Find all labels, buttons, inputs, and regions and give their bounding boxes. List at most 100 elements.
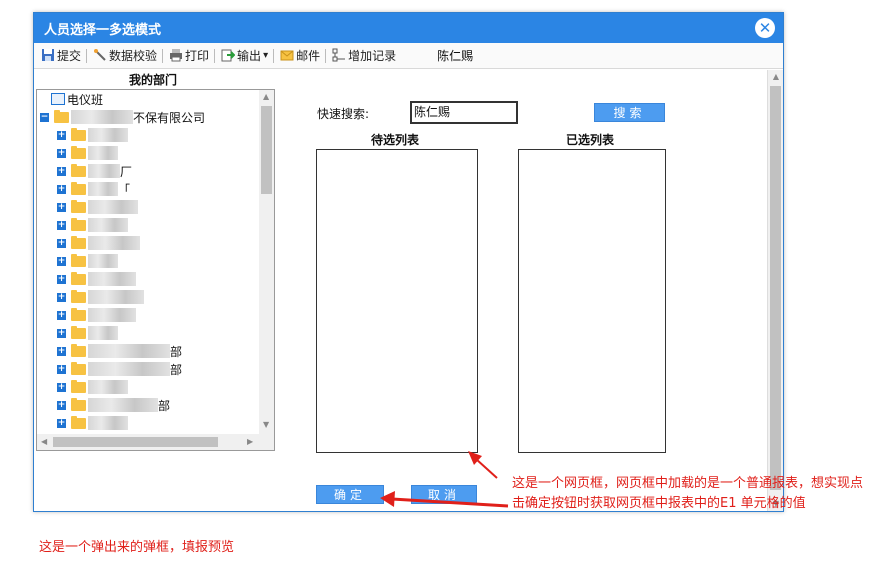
folder-icon — [71, 253, 86, 267]
cancel-button[interactable]: 取消 — [411, 485, 477, 504]
department-tree[interactable]: 电仪班 − 不保有限公司 + + + 厂 + 「 + + + + + + + + +… — [36, 89, 275, 451]
dialog-vertical-scrollbar[interactable]: ▲ ▼ — [767, 70, 783, 511]
expand-icon[interactable]: + — [57, 292, 66, 302]
tree-node[interactable]: + 「 — [57, 180, 130, 198]
pending-list-title: 待选列表 — [371, 133, 420, 147]
scrollbar-thumb[interactable] — [770, 86, 781, 490]
mail-button[interactable]: 邮件 — [276, 45, 323, 67]
folder-icon — [71, 271, 86, 285]
expand-icon[interactable]: + — [57, 274, 66, 284]
tree-node[interactable]: − 不保有限公司 — [40, 108, 205, 126]
tree-horizontal-scrollbar[interactable]: ◀ ▶ — [37, 434, 274, 450]
tree-node[interactable]: + 部 — [57, 342, 182, 360]
expand-icon[interactable]: + — [57, 382, 66, 392]
class-icon — [51, 93, 65, 105]
blurred-label — [88, 398, 158, 412]
expand-icon[interactable]: + — [57, 256, 66, 266]
quick-search-input[interactable]: 陈仁赐 — [410, 101, 518, 124]
tree-node[interactable]: + 厂 — [57, 162, 132, 180]
expand-icon[interactable]: + — [57, 130, 66, 140]
scrollbar-thumb[interactable] — [53, 437, 218, 447]
blurred-label — [88, 218, 128, 232]
tree-node[interactable]: + 部 — [57, 396, 170, 414]
folder-icon — [71, 199, 86, 213]
expand-icon[interactable]: + — [57, 202, 66, 212]
folder-icon — [71, 181, 86, 195]
tree-node[interactable]: + — [57, 234, 140, 252]
tree-node[interactable]: + 部 — [57, 360, 182, 378]
selected-list-title: 已选列表 — [566, 133, 615, 147]
tree-vertical-scrollbar[interactable]: ▲ ▼ — [259, 90, 274, 434]
search-button[interactable]: 搜索 — [594, 103, 665, 122]
tree-node[interactable]: + — [57, 378, 128, 396]
chevron-down-icon: ▾ — [263, 50, 269, 61]
folder-icon — [71, 235, 86, 249]
folder-icon — [71, 307, 86, 321]
blurred-label — [88, 128, 128, 142]
blurred-label — [88, 362, 170, 376]
collapse-icon[interactable]: − — [40, 112, 49, 122]
section-title-my-department: 我的部门 — [129, 73, 178, 87]
save-icon — [40, 48, 55, 63]
scroll-left-icon[interactable]: ◀ — [41, 437, 47, 446]
folder-icon — [71, 361, 86, 375]
expand-icon[interactable]: + — [57, 328, 66, 338]
expand-icon[interactable]: + — [57, 166, 66, 176]
person-select-dialog: 人员选择一多选模式 ✕ 提交 数据校验 打印 输出 ▾ 邮件 增加记录 陈仁赐 … — [33, 12, 784, 512]
ok-button[interactable]: 确定 — [316, 485, 384, 504]
scrollbar-thumb[interactable] — [261, 106, 272, 194]
submit-button[interactable]: 提交 — [37, 45, 84, 67]
expand-icon[interactable]: + — [57, 148, 66, 158]
toolbar-divider — [273, 48, 275, 63]
tree-node[interactable]: + — [57, 306, 136, 324]
tree-node[interactable]: + — [57, 288, 144, 306]
add-record-icon — [331, 48, 346, 63]
toolbar: 提交 数据校验 打印 输出 ▾ 邮件 增加记录 陈仁赐 — [34, 43, 783, 69]
current-user-label: 陈仁赐 — [437, 49, 474, 63]
export-icon — [220, 48, 235, 63]
expand-icon[interactable]: + — [57, 400, 66, 410]
blurred-label — [88, 182, 118, 196]
expand-icon[interactable]: + — [57, 418, 66, 428]
scroll-up-icon[interactable]: ▲ — [263, 92, 269, 101]
tree-node[interactable]: + — [57, 144, 118, 162]
annotation-note-right: 这是一个网页框，网页框中加载的是一个普通报表，想实现点击确定按钮时获取网页框中报… — [512, 476, 864, 511]
add-record-button[interactable]: 增加记录 — [328, 45, 399, 67]
folder-icon — [71, 343, 86, 357]
tree-node[interactable]: + — [57, 126, 128, 144]
blurred-label — [88, 200, 138, 214]
dialog-title: 人员选择一多选模式 — [44, 22, 162, 38]
scroll-down-icon[interactable]: ▼ — [263, 420, 269, 429]
expand-icon[interactable]: + — [57, 220, 66, 230]
scroll-right-icon[interactable]: ▶ — [247, 437, 253, 446]
scroll-up-icon[interactable]: ▲ — [768, 70, 784, 84]
tree-node[interactable]: + — [57, 252, 118, 270]
blurred-label — [88, 254, 118, 268]
tree-node[interactable]: + — [57, 324, 118, 342]
tree-node[interactable]: + — [57, 270, 136, 288]
data-check-button[interactable]: 数据校验 — [89, 45, 160, 67]
tree-node[interactable]: + — [57, 414, 128, 432]
selected-listbox[interactable] — [518, 149, 666, 453]
tree-node[interactable]: 电仪班 — [51, 90, 103, 108]
expand-icon[interactable]: + — [57, 238, 66, 248]
folder-icon — [71, 379, 86, 393]
blurred-label — [88, 272, 136, 286]
annotation-note-bottom: 这是一个弹出来的弹框，填报预览 — [39, 540, 235, 555]
expand-icon[interactable]: + — [57, 364, 66, 374]
toolbar-divider — [86, 48, 88, 63]
expand-icon[interactable]: + — [57, 346, 66, 356]
expand-icon[interactable]: + — [57, 184, 66, 194]
folder-icon — [71, 325, 86, 339]
folder-icon — [71, 145, 86, 159]
folder-icon — [71, 397, 86, 411]
folder-icon — [71, 217, 86, 231]
tree-node[interactable]: + — [57, 198, 138, 216]
pending-listbox[interactable] — [316, 149, 478, 453]
blurred-label — [88, 164, 120, 178]
tree-node[interactable]: + — [57, 216, 128, 234]
close-icon[interactable]: ✕ — [755, 18, 775, 38]
print-button[interactable]: 打印 — [165, 45, 212, 67]
expand-icon[interactable]: + — [57, 310, 66, 320]
export-button[interactable]: 输出 ▾ — [217, 45, 271, 67]
